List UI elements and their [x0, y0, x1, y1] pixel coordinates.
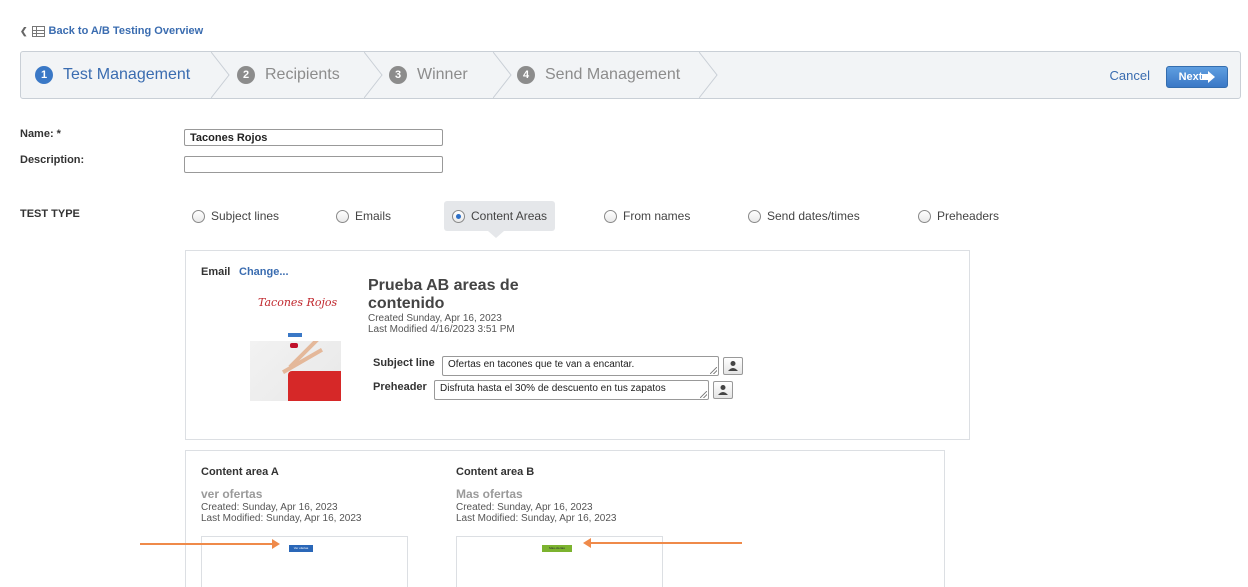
resize-grip-icon[interactable]: [700, 391, 707, 398]
back-link-label: Back to A/B Testing Overview: [48, 25, 204, 37]
radio-emails[interactable]: Emails: [328, 201, 399, 231]
content-areas-panel: Content area A ver ofertas Created: Sund…: [185, 450, 945, 587]
test-type-label: TEST TYPE: [20, 208, 80, 220]
radio-preheaders[interactable]: Preheaders: [910, 201, 1007, 231]
email-meta: Created Sunday, Apr 16, 2023 Last Modifi…: [368, 313, 515, 335]
step-label: Recipients: [265, 66, 340, 83]
radio-label: Emails: [355, 209, 392, 223]
email-panel: Email Change... Tacones Rojos Prueba AB …: [185, 250, 970, 440]
annotation-arrow-right: [140, 539, 280, 549]
content-area-b-modified: Last Modified: Sunday, Apr 16, 2023: [456, 513, 617, 524]
description-input[interactable]: [184, 156, 443, 173]
wizard-step-test-management[interactable]: 1 Test Management: [35, 52, 190, 98]
radio-button[interactable]: [748, 209, 761, 223]
preheader-label: Preheader: [373, 381, 427, 393]
step-number-badge: 3: [389, 66, 407, 84]
next-button[interactable]: Next: [1166, 66, 1228, 88]
radio-from-names[interactable]: From names: [596, 201, 698, 231]
content-area-b-button-thumbnail: Mas ofertas: [542, 545, 572, 552]
radio-label: Content Areas: [471, 209, 548, 223]
radio-button[interactable]: [604, 209, 617, 223]
step-number-badge: 1: [35, 66, 53, 84]
email-label: Email: [201, 266, 231, 278]
content-area-a-button-thumbnail: Ver ofertas: [289, 545, 313, 552]
cancel-link[interactable]: Cancel: [1110, 68, 1150, 83]
description-label: Description:: [20, 154, 85, 166]
radio-label: Subject lines: [211, 209, 280, 223]
content-area-b-name: Mas ofertas: [456, 487, 523, 501]
step-number-badge: 4: [517, 66, 535, 84]
resize-grip-icon[interactable]: [710, 367, 717, 374]
step-separator: [210, 51, 231, 99]
radio-label: Send dates/times: [767, 209, 860, 223]
content-area-a-created: Created: Sunday, Apr 16, 2023: [201, 502, 338, 513]
email-modified: Last Modified 4/16/2023 3:51 PM: [368, 324, 515, 335]
subject-line-input[interactable]: Ofertas en tacones que te van a encantar…: [442, 356, 719, 376]
step-label: Send Management: [545, 66, 681, 83]
person-icon: [718, 385, 728, 395]
change-email-link[interactable]: Change...: [239, 266, 289, 278]
next-button-label: Next: [1178, 71, 1203, 83]
arrow-right-icon: [1202, 71, 1216, 83]
subject-line-value: Ofertas en tacones que te van a encantar…: [448, 359, 635, 370]
content-area-a-name: ver ofertas: [201, 487, 263, 501]
radio-button[interactable]: [918, 209, 931, 223]
list-icon: [31, 25, 45, 37]
step-number-badge: 2: [237, 66, 255, 84]
wizard-step-send-management[interactable]: 4 Send Management: [517, 52, 680, 98]
content-area-b-heading: Content area B: [456, 466, 535, 478]
radio-label: Preheaders: [937, 209, 1000, 223]
radio-button[interactable]: [336, 209, 349, 223]
selected-option-pointer: [488, 231, 504, 238]
content-area-a-heading: Content area A: [201, 466, 279, 478]
email-thumbnail-logo: Tacones Rojos: [258, 296, 338, 309]
name-input[interactable]: [184, 129, 443, 146]
radio-button[interactable]: [192, 209, 205, 223]
chevron-left-icon: ❮: [20, 25, 28, 36]
email-created: Created Sunday, Apr 16, 2023: [368, 313, 502, 324]
step-label: Test Management: [63, 66, 191, 83]
wizard-step-recipients[interactable]: 2 Recipients: [237, 52, 340, 98]
content-area-a-meta: Created: Sunday, Apr 16, 2023 Last Modif…: [201, 502, 361, 524]
step-separator: [698, 51, 719, 99]
step-separator: [363, 51, 384, 99]
annotation-arrow-left: [583, 538, 742, 548]
step-label: Winner: [417, 66, 468, 83]
content-area-b-created: Created: Sunday, Apr 16, 2023: [456, 502, 593, 513]
radio-subject-lines[interactable]: Subject lines: [184, 201, 287, 231]
name-label: Name: *: [20, 128, 61, 140]
personalize-preheader-button[interactable]: [713, 381, 733, 399]
content-area-b-meta: Created: Sunday, Apr 16, 2023 Last Modif…: [456, 502, 616, 524]
person-icon: [728, 361, 738, 371]
preheader-input[interactable]: Disfruta hasta el 30% de descuento en tu…: [434, 380, 709, 400]
email-thumbnail-button: [288, 333, 302, 337]
radio-send-dates-times[interactable]: Send dates/times: [740, 201, 868, 231]
radio-button[interactable]: [452, 209, 465, 223]
content-area-a-modified: Last Modified: Sunday, Apr 16, 2023: [201, 513, 362, 524]
subject-line-label: Subject line: [373, 357, 435, 369]
wizard-step-winner[interactable]: 3 Winner: [389, 52, 468, 98]
back-to-overview-link[interactable]: ❮ Back to A/B Testing Overview: [20, 25, 203, 37]
radio-label: From names: [623, 209, 691, 223]
email-thumbnail-image: [250, 341, 341, 401]
personalize-subject-button[interactable]: [723, 357, 743, 375]
wizard-steps-bar: 1 Test Management 2 Recipients 3 Winner …: [20, 51, 1241, 99]
radio-content-areas[interactable]: Content Areas: [444, 201, 556, 231]
email-title: Prueba AB areas de contenido: [368, 277, 519, 312]
step-separator: [492, 51, 513, 99]
preheader-value: Disfruta hasta el 30% de descuento en tu…: [440, 383, 666, 394]
